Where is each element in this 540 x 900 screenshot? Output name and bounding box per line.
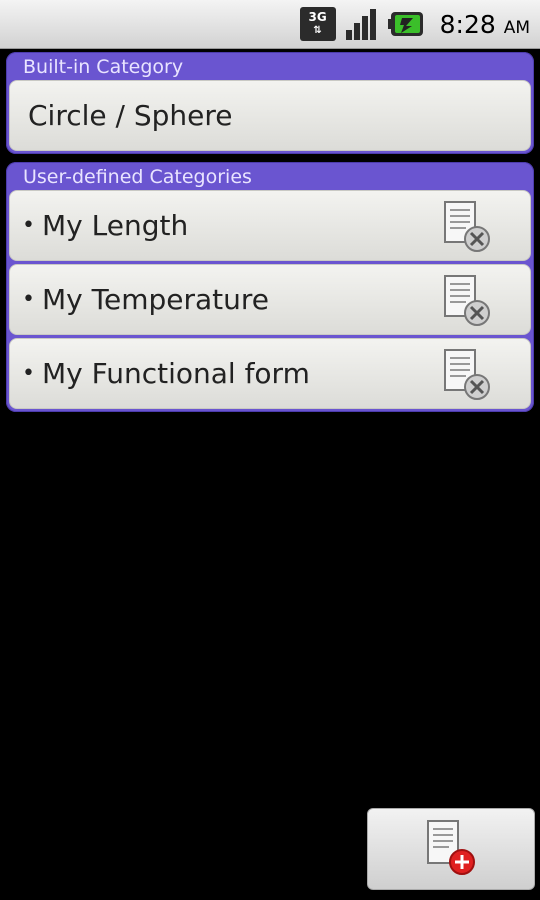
user-categories-section: User-defined Categories • My Length • My…	[6, 162, 534, 412]
3g-data-icon: 3G ⇅	[299, 7, 336, 41]
builtin-category-header: Built-in Category	[23, 56, 184, 78]
status-bar: 3G ⇅ 8:28 AM	[0, 0, 540, 49]
delete-document-icon[interactable]	[442, 274, 492, 328]
user-category-label: My Functional form	[42, 357, 310, 390]
builtin-item-label: Circle / Sphere	[28, 99, 233, 132]
user-category-item[interactable]: • My Temperature	[9, 264, 531, 335]
delete-document-icon[interactable]	[442, 348, 492, 402]
network-label: 3G	[308, 10, 327, 24]
signal-strength-icon	[345, 9, 376, 40]
list-bullet: •	[22, 361, 35, 386]
list-bullet: •	[22, 213, 35, 238]
status-icons: 3G ⇅ 8:28 AM	[299, 6, 530, 42]
user-category-label: My Length	[42, 209, 189, 242]
user-category-label: My Temperature	[42, 283, 269, 316]
user-categories-header: User-defined Categories	[23, 166, 252, 188]
list-bullet: •	[22, 287, 35, 312]
delete-document-icon[interactable]	[442, 200, 492, 254]
user-category-item[interactable]: • My Length	[9, 190, 531, 261]
battery-charging-icon	[387, 12, 423, 36]
clock: 8:28 AM	[440, 10, 530, 39]
user-category-item[interactable]: • My Functional form	[9, 338, 531, 409]
builtin-category-section: Built-in Category Circle / Sphere	[6, 52, 534, 154]
add-document-icon	[427, 820, 475, 875]
clock-ampm: AM	[503, 17, 530, 38]
add-category-button[interactable]	[367, 808, 535, 890]
builtin-item-circle-sphere[interactable]: Circle / Sphere	[9, 80, 531, 151]
clock-time: 8:28	[439, 9, 496, 39]
